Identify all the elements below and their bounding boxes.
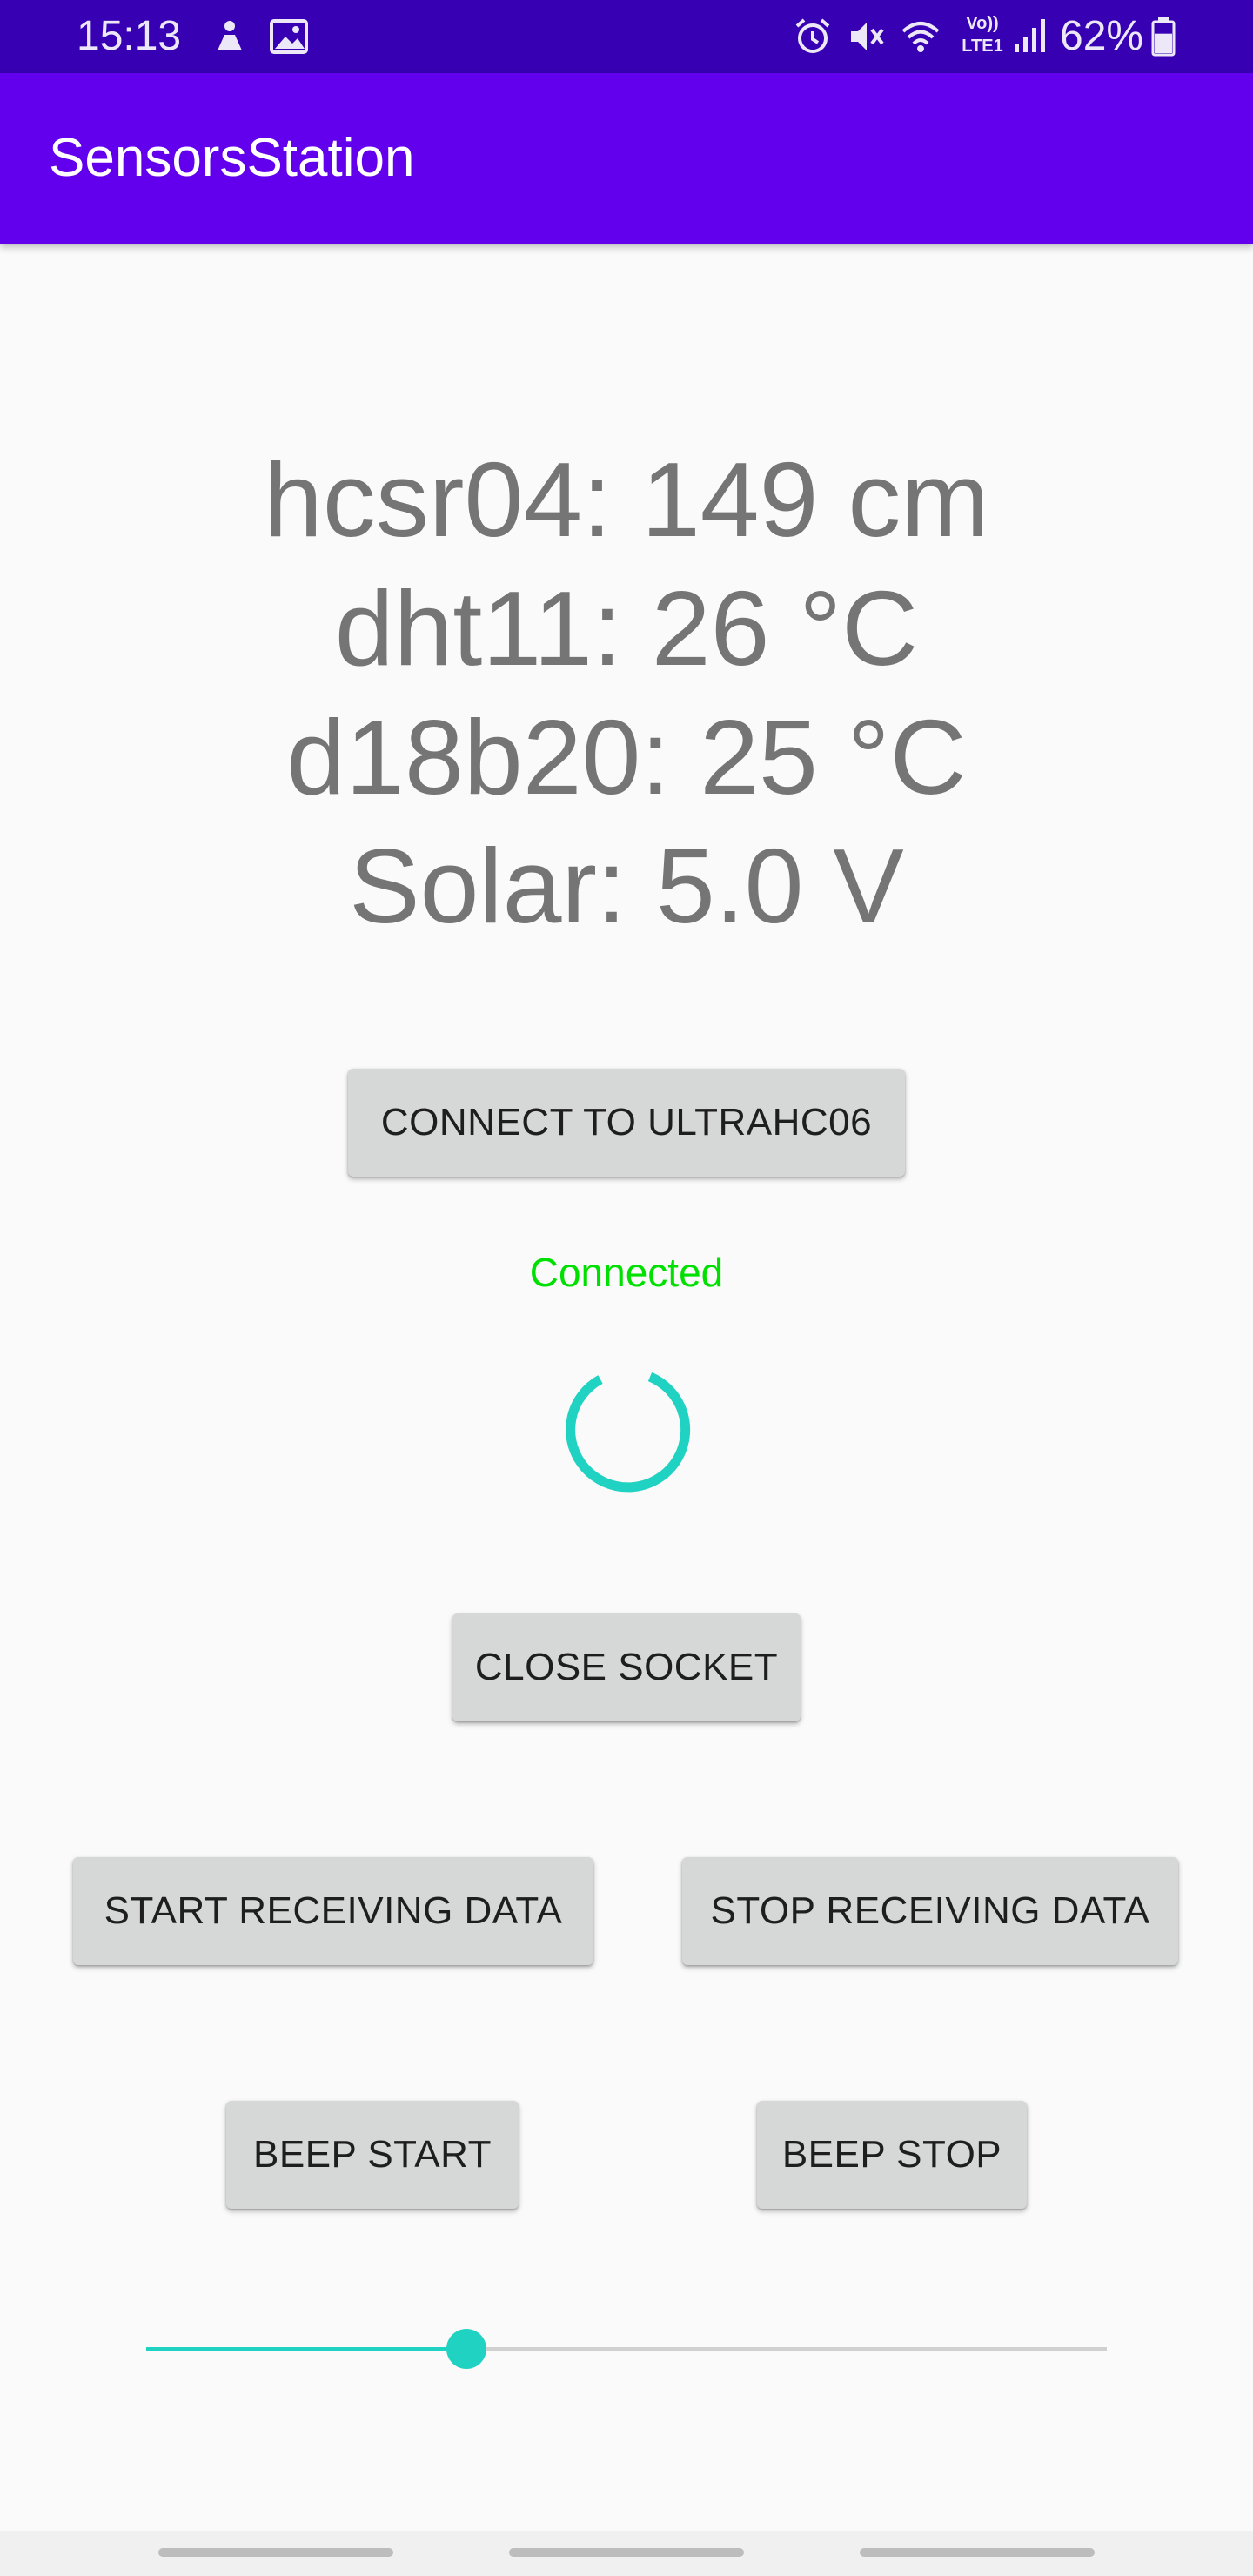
- reading-dht11: dht11: 26 °C: [0, 564, 1253, 693]
- close-socket-button[interactable]: CLOSE SOCKET: [452, 1613, 801, 1721]
- connect-button[interactable]: CONNECT TO ULTRAHC06: [348, 1069, 905, 1177]
- reading-label: dht11:: [334, 569, 622, 688]
- app-bar: SensorsStation: [0, 73, 1253, 244]
- reading-label: hcsr04:: [263, 440, 613, 559]
- reading-solar: Solar: 5.0 V: [0, 822, 1253, 950]
- system-nav-bar: [0, 2531, 1253, 2576]
- battery-icon: [1151, 17, 1176, 57]
- status-time: 15:13: [77, 13, 182, 59]
- beep-start-button[interactable]: BEEP START: [226, 2101, 519, 2209]
- battery-percent: 62%: [1060, 13, 1144, 59]
- nav-home-button[interactable]: [509, 2548, 744, 2557]
- battery-fill: [1155, 33, 1172, 53]
- reading-value: 25 °C: [700, 698, 967, 816]
- mute-icon: [851, 23, 884, 50]
- connection-status: Connected: [529, 1250, 724, 1295]
- alarm-icon: [795, 18, 830, 53]
- slider-fill: [146, 2347, 466, 2351]
- reading-d18b20: d18b20: 25 °C: [0, 693, 1253, 822]
- wifi-icon: [901, 22, 940, 52]
- signal-icon: [1015, 19, 1045, 52]
- app-title: SensorsStation: [49, 128, 415, 188]
- status-bar: 15:13 Vo)) LTE1 62%: [0, 0, 1253, 73]
- beep-stop-button[interactable]: BEEP STOP: [757, 2101, 1027, 2209]
- loading-spinner: [566, 1372, 691, 1493]
- nav-recents-button[interactable]: [158, 2548, 393, 2557]
- volte-icon: Vo)) LTE1: [957, 12, 1008, 61]
- reading-hcsr04: hcsr04: 149 cm: [0, 435, 1253, 564]
- sensor-readings: hcsr04: 149 cm dht11: 26 °C d18b20: 25 °…: [0, 435, 1253, 950]
- nav-back-button[interactable]: [860, 2548, 1095, 2557]
- reading-value: 149 cm: [640, 440, 990, 559]
- reading-label: Solar:: [349, 827, 626, 945]
- reading-value: 26 °C: [651, 569, 919, 688]
- start-receiving-button[interactable]: START RECEIVING DATA: [73, 1857, 593, 1965]
- volume-slider[interactable]: [146, 2325, 1107, 2374]
- screen: 15:13 Vo)) LTE1 62% SensorsStation hcsr0…: [0, 0, 1253, 2576]
- reading-label: d18b20:: [286, 698, 671, 816]
- image-icon: [270, 19, 308, 54]
- volte-label: Vo)): [966, 14, 999, 33]
- reading-value: 5.0 V: [655, 827, 904, 945]
- lte-label: LTE1: [962, 37, 1003, 56]
- stop-receiving-button[interactable]: STOP RECEIVING DATA: [682, 1857, 1178, 1965]
- notification-icon: [218, 21, 242, 50]
- slider-thumb[interactable]: [446, 2329, 486, 2369]
